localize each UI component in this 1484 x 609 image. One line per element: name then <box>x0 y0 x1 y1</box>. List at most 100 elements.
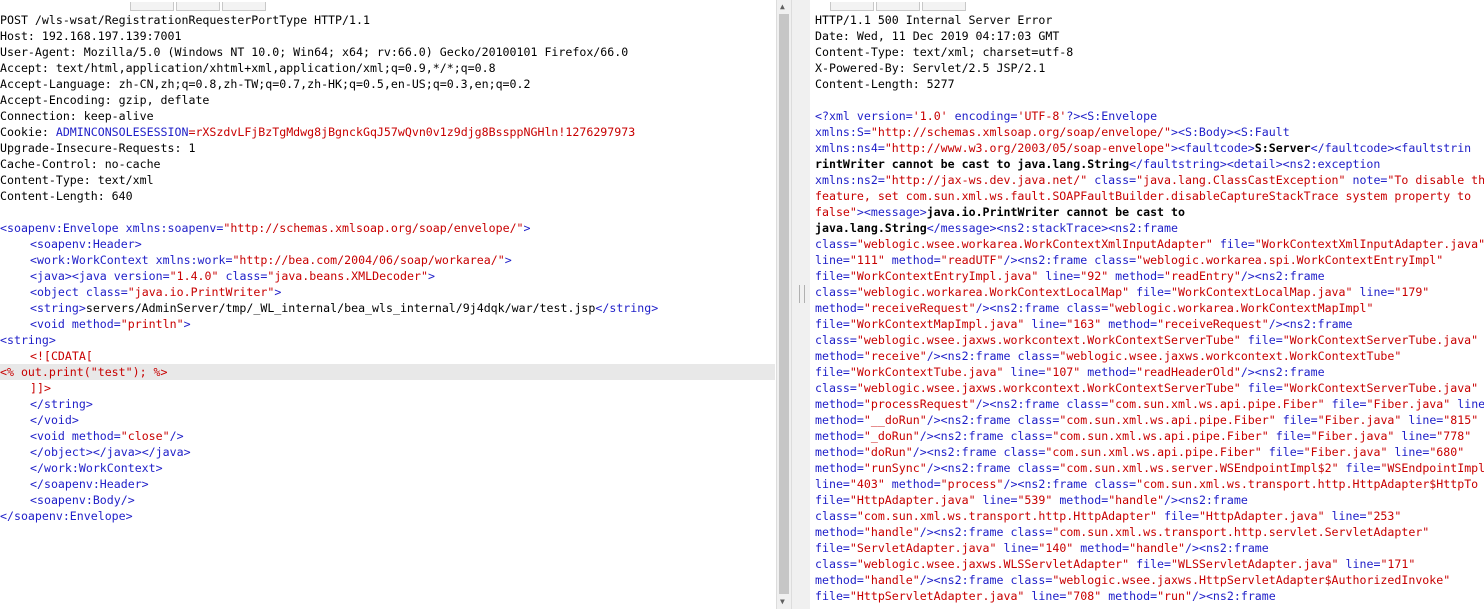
xml-token: "WorkContextLocalMap.java" <box>1171 285 1353 299</box>
accept-language-header: Accept-Language: zh-CN,zh;q=0.8,zh-TW;q=… <box>0 77 531 91</box>
xml-token: /><ns2:frame <box>919 573 1011 587</box>
xml-tag: </soapenv:Header> <box>30 477 149 491</box>
request-tab[interactable] <box>222 2 266 11</box>
xml-token: /><ns2:frame <box>926 349 1018 363</box>
xml-token: /><ns2:frame <box>919 525 1011 539</box>
xml-token: "handle" <box>1108 493 1165 507</box>
scroll-thumb[interactable] <box>779 14 789 594</box>
xml-value: "1.4.0" <box>169 269 219 283</box>
xml-token: line <box>1408 413 1437 427</box>
xml-token: class <box>815 237 850 251</box>
xml-token <box>1241 381 1248 395</box>
xml-line: <soapenv:Envelope xmlns:soapenv="http://… <box>0 221 531 235</box>
date-header: Date: Wed, 11 Dec 2019 04:17:03 GMT <box>815 29 1060 43</box>
xml-token: class <box>1017 349 1053 363</box>
xml-token: ><S:Body><S:Fault <box>1171 125 1290 139</box>
xml-tag: <java> <box>30 269 72 283</box>
xml-token: "http://www.w3.org/2003/05/soap-envelope… <box>884 141 1171 155</box>
xml-token: "140" <box>1038 541 1074 555</box>
response-xml-line: class="com.sun.xml.ws.transport.http.Htt… <box>815 508 1484 524</box>
xml-token: file <box>1219 237 1248 251</box>
connection-header: Connection: keep-alive <box>0 109 154 123</box>
xml-token: class <box>1094 477 1130 491</box>
xml-token: line <box>1457 397 1484 411</box>
xml-tag: </string> <box>595 301 659 315</box>
xml-tag: <string> <box>0 333 56 347</box>
response-xml-line: method="doRun"/><ns2:frame class="com.su… <box>815 444 1484 460</box>
xml-value: "println" <box>120 317 184 331</box>
xml-line: <object class="java.io.PrintWriter"> <box>30 285 282 299</box>
xml-token: "weblogic.wsee.jaxws.HttpServletAdapter$… <box>1052 573 1451 587</box>
xml-token: "receiveRequest" <box>863 301 976 315</box>
xml-token: method <box>815 573 857 587</box>
cdata-content: <% out.print("test"); %> <box>0 365 168 379</box>
xml-token: "539" <box>1017 493 1053 507</box>
xml-token: /><ns2:frame <box>1191 589 1276 603</box>
xml-token <box>1325 509 1332 523</box>
response-tab[interactable] <box>922 2 966 11</box>
xml-token <box>1241 333 1248 347</box>
xml-token: "http://schemas.xmlsoap.org/soap/envelop… <box>870 125 1172 139</box>
xml-line: <![CDATA[ <box>0 348 775 364</box>
xml-token <box>1339 461 1346 475</box>
xml-token: "weblogic.wsee.workarea.WorkContextXmlIn… <box>856 237 1213 251</box>
xml-token: class <box>1010 573 1046 587</box>
xml-token: file <box>1268 445 1297 459</box>
xml-line: </soapenv:Header> <box>0 476 775 492</box>
xml-token: "Fiber.java" <box>1317 413 1402 427</box>
xml-token: /><ns2:frame <box>1268 317 1353 331</box>
xml-token: = <box>1296 445 1304 459</box>
xml-token: version <box>856 109 906 123</box>
xml-token: class <box>1017 413 1053 427</box>
xml-token: method <box>815 429 857 443</box>
scroll-up-icon[interactable]: ▲ <box>780 3 785 11</box>
xml-token: class <box>1094 173 1130 187</box>
xml-token: xmlns:ns4 <box>815 141 878 155</box>
xml-token <box>885 253 892 267</box>
xml-token: = <box>856 397 864 411</box>
powered-by-header: X-Powered-By: Servlet/2.5 JSP/2.1 <box>815 61 1046 75</box>
xml-token: method <box>815 445 857 459</box>
xml-token: "weblogic.workarea.spi.WorkContextEntryI… <box>1136 253 1444 267</box>
xml-token: "weblogic.wsee.jaxws.workcontext.WorkCon… <box>1059 349 1402 363</box>
request-tab[interactable] <box>130 2 174 11</box>
content-type-header: Content-Type: text/xml <box>0 173 154 187</box>
xml-token: "com.sun.xml.ws.transport.http.HttpAdapt… <box>856 509 1158 523</box>
request-editor[interactable]: POST /wls-wsat/RegistrationRequesterPort… <box>0 12 775 609</box>
xml-tag: <void <box>30 429 65 443</box>
xml-token: method <box>1059 493 1102 507</box>
xml-token: method <box>891 253 934 267</box>
xml-token: line <box>1045 269 1074 283</box>
response-xml-line: method="runSync"/><ns2:frame class="com.… <box>815 460 1484 476</box>
xml-token: = <box>842 589 850 603</box>
response-viewer[interactable]: HTTP/1.1 500 Internal Server Error Date:… <box>815 12 1484 609</box>
xml-token <box>1325 397 1332 411</box>
xml-token: = <box>842 365 850 379</box>
pane-splitter[interactable] <box>792 0 810 609</box>
xml-token: class <box>1094 253 1130 267</box>
scroll-down-icon[interactable]: ▼ <box>780 598 785 606</box>
xml-token: "815" <box>1443 413 1479 427</box>
xml-token: rintWriter cannot be cast to java.lang.S… <box>815 157 1130 171</box>
xml-token: "__doRun" <box>863 413 927 427</box>
request-scrollbar[interactable]: ▲ ▼ <box>776 0 792 609</box>
response-tab[interactable] <box>876 2 920 11</box>
xml-token: xmlns:ns2 <box>815 173 878 187</box>
response-tab[interactable] <box>830 2 874 11</box>
xml-token <box>1276 413 1283 427</box>
cookie-header: Cookie: ADMINCONSOLESESSION=rXSzdvLFjBzT… <box>0 124 775 140</box>
xml-token: ?><S:Envelope <box>1066 109 1158 123</box>
xml-token: file <box>1247 333 1276 347</box>
status-line: HTTP/1.1 500 Internal Server Error <box>815 13 1053 27</box>
xml-token: </faultstring><detail><ns2:exception <box>1129 157 1381 171</box>
xml-token: /><ns2:frame <box>1240 365 1325 379</box>
splitter-grip-icon[interactable] <box>799 285 805 303</box>
cookie-name: ADMINCONSOLESESSION <box>55 125 189 139</box>
xml-token: = <box>856 525 864 539</box>
xml-token: "163" <box>1066 317 1102 331</box>
request-tab[interactable] <box>176 2 220 11</box>
xml-token: = <box>933 477 941 491</box>
response-xml-line: false"><message>java.io.PrintWriter cann… <box>815 204 1484 220</box>
xml-token: = <box>905 109 913 123</box>
